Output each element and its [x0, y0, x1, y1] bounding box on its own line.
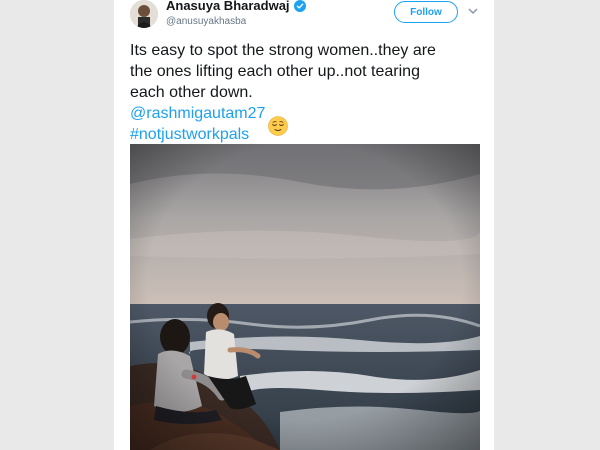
display-name-text[interactable]: Anasuya Bharadwaj: [166, 0, 290, 13]
beach-photo-illustration: [130, 144, 480, 450]
verified-badge-icon: [293, 0, 306, 12]
mention-link[interactable]: @rashmigautam27: [130, 103, 490, 124]
tweet-photo[interactable]: [130, 144, 480, 450]
tweet-text-line: each other down.: [130, 84, 253, 101]
tweet-text-line: the ones lifting each other up..not tear…: [130, 63, 420, 80]
avatar[interactable]: [130, 0, 158, 28]
chevron-down-icon[interactable]: [468, 7, 478, 15]
avatar-photo: [130, 0, 158, 28]
tweet-text-line: Its easy to spot the strong women..they …: [130, 42, 436, 59]
user-handle[interactable]: @anusuyakhasba: [166, 16, 246, 27]
display-name[interactable]: Anasuya Bharadwaj: [166, 0, 306, 13]
relieved-face-emoji-icon: [268, 116, 288, 136]
follow-button[interactable]: Follow: [394, 1, 458, 23]
hashtag-link[interactable]: #notjustworkpals: [130, 124, 490, 145]
tweet-text: Its easy to spot the strong women..they …: [130, 40, 490, 145]
